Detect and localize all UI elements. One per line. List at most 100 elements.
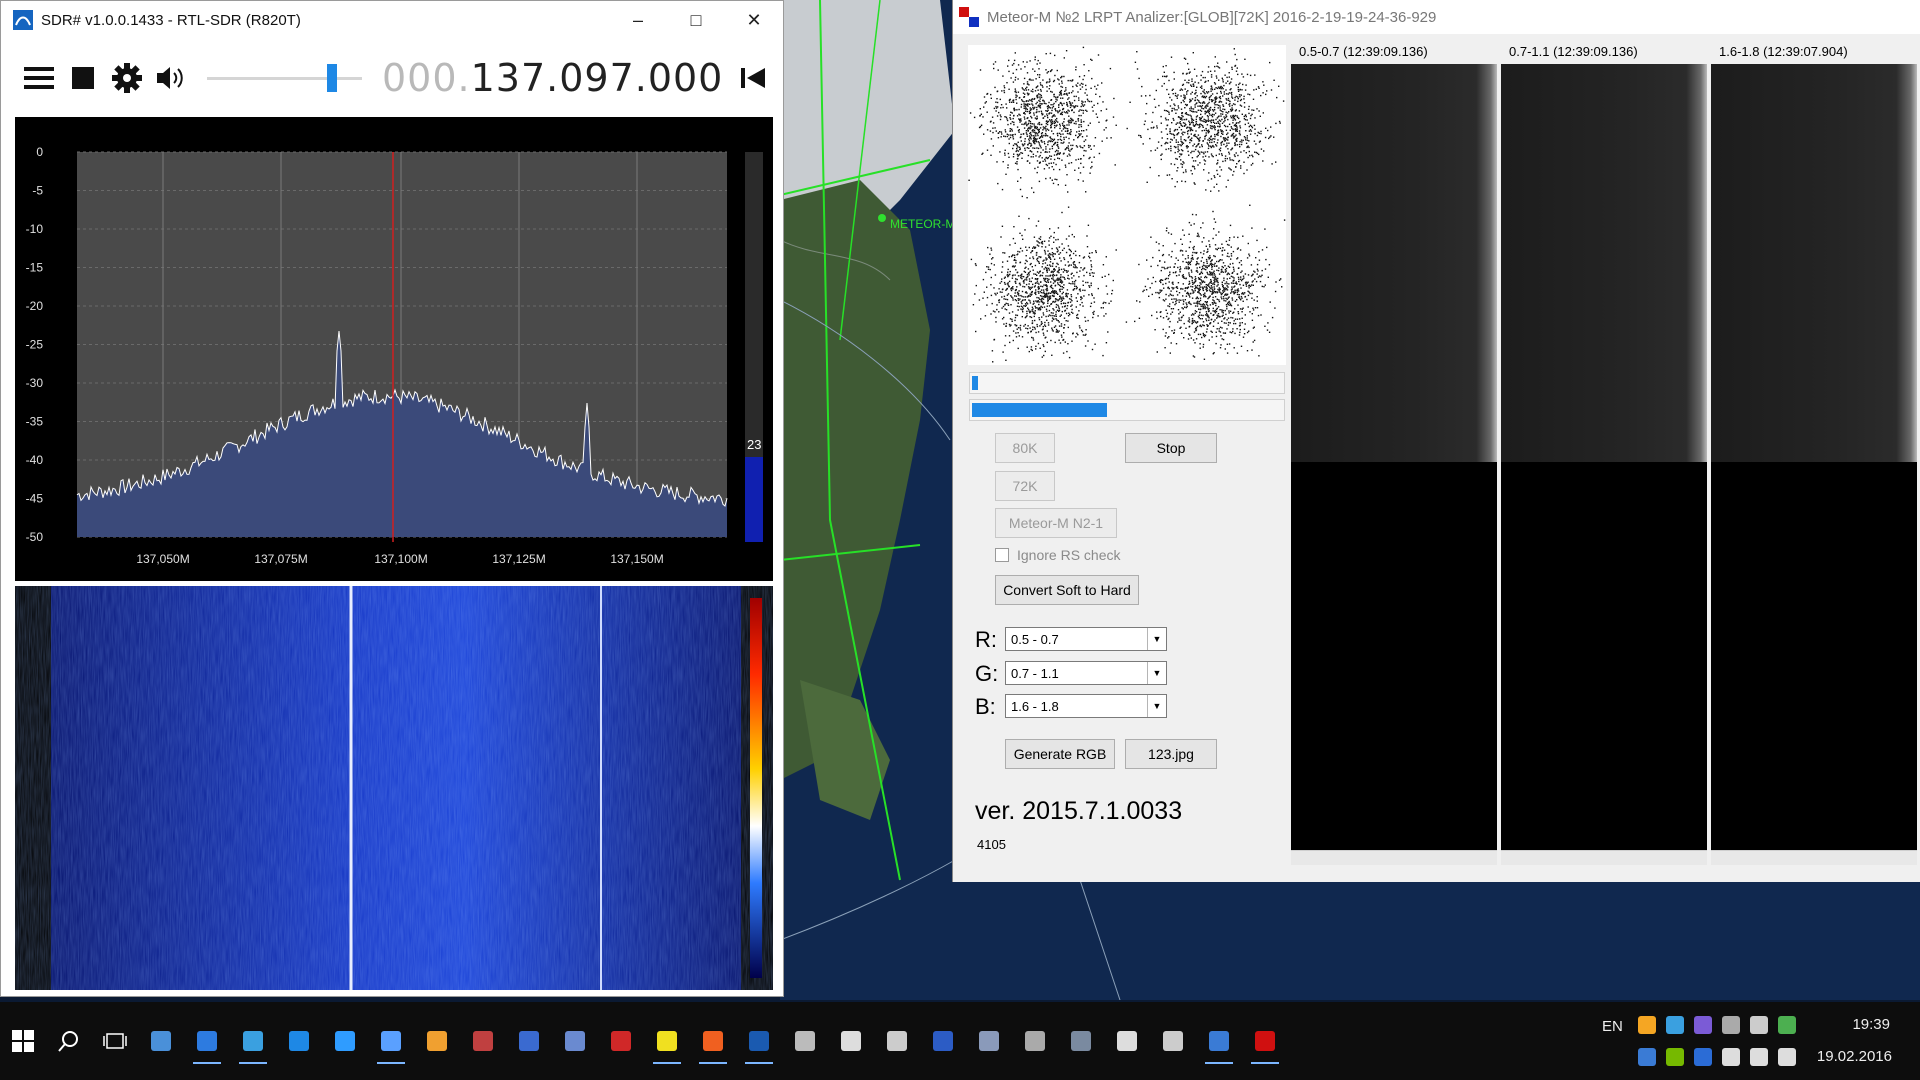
b-channel-select[interactable]: 1.6 - 1.8 ▼	[1005, 694, 1167, 718]
close-button[interactable]: ✕	[725, 1, 783, 39]
running-indicator	[1205, 1062, 1233, 1064]
ignore-rs-checkbox[interactable]: Ignore RS check	[995, 547, 1121, 563]
network-icon[interactable]	[552, 1002, 598, 1080]
search-icon[interactable]	[46, 1002, 92, 1080]
output-file-button[interactable]: 123.jpg	[1125, 739, 1217, 769]
speaker-icon[interactable]	[149, 56, 193, 100]
terminal-icon[interactable]	[782, 1002, 828, 1080]
channel-2-scrollbar[interactable]	[1501, 850, 1707, 865]
search-app-icon[interactable]	[368, 1002, 414, 1080]
ball-icon-glyph	[657, 1031, 677, 1051]
notes-icon[interactable]	[966, 1002, 1012, 1080]
globe-tray-icon[interactable]	[1638, 1048, 1656, 1066]
pen-icon[interactable]	[1150, 1002, 1196, 1080]
usb-tray-icon[interactable]	[1722, 1016, 1740, 1034]
warning-tray-icon[interactable]	[1638, 1016, 1656, 1034]
spectrum-x-tick: 137,050M	[136, 552, 189, 566]
chevron-down-icon[interactable]: ▼	[1147, 662, 1166, 684]
g-channel-select[interactable]: 0.7 - 1.1 ▼	[1005, 661, 1167, 685]
taskbar: EN 19:39 19.02.2016	[0, 1002, 1920, 1080]
stop-button[interactable]: Stop	[1125, 433, 1217, 463]
waterfall-color-scale	[750, 598, 762, 978]
skip-back-icon[interactable]	[731, 56, 775, 100]
ball-icon[interactable]	[644, 1002, 690, 1080]
channel-2-label: 0.7-1.1 (12:39:09.136)	[1509, 44, 1638, 59]
film-icon[interactable]	[1058, 1002, 1104, 1080]
meteor-app-icon[interactable]	[1242, 1002, 1288, 1080]
taskbar-clock[interactable]: 19:39	[1852, 1016, 1890, 1033]
running-indicator	[239, 1062, 267, 1064]
star-icon[interactable]	[690, 1002, 736, 1080]
satellite-tray-icon[interactable]	[1750, 1016, 1768, 1034]
chevron-down-icon[interactable]: ▼	[1147, 695, 1166, 717]
network-icon-glyph	[565, 1031, 585, 1051]
photoshop-icon[interactable]	[920, 1002, 966, 1080]
gear-icon[interactable]	[105, 56, 149, 100]
rate-72k-button[interactable]: 72K	[995, 471, 1055, 501]
robot-icon[interactable]	[1196, 1002, 1242, 1080]
volume-slider[interactable]	[207, 56, 362, 100]
chart-icon[interactable]	[460, 1002, 506, 1080]
rate-80k-button[interactable]: 80K	[995, 433, 1055, 463]
battery-tray-icon[interactable]	[1722, 1048, 1740, 1066]
channel-3-scrollbar[interactable]	[1711, 850, 1917, 865]
spectrum-panel[interactable]: 0 -5 -10 -15 -20 -25 -30 -35 -40 -45 -50 137,050M 1…	[15, 117, 773, 581]
search-app-icon-glyph	[381, 1031, 401, 1051]
feather-icon[interactable]	[1012, 1002, 1058, 1080]
meteor-window: Meteor-M №2 LRPT Analizer:[GLOB][72K] 20…	[952, 0, 1920, 882]
pdf-icon[interactable]	[598, 1002, 644, 1080]
r-channel-select[interactable]: 0.5 - 0.7 ▼	[1005, 627, 1167, 651]
terminal-icon-glyph	[795, 1031, 815, 1051]
film-icon-glyph	[1071, 1031, 1091, 1051]
chevron-down-icon[interactable]: ▼	[1147, 628, 1166, 650]
meteor-titlebar[interactable]: Meteor-M №2 LRPT Analizer:[GLOB][72K] 20…	[953, 0, 1920, 34]
viber-tray-icon[interactable]	[1694, 1016, 1712, 1034]
pen-icon-glyph	[1163, 1031, 1183, 1051]
network-status-icon[interactable]	[1750, 1048, 1768, 1066]
language-indicator[interactable]: EN	[1602, 1018, 1623, 1035]
store-icon-glyph	[197, 1031, 217, 1051]
packet-counter: 4105	[977, 837, 1006, 852]
r-channel-label: R:	[975, 627, 997, 652]
convert-soft-to-hard-button[interactable]: Convert Soft to Hard	[995, 575, 1139, 605]
waterfall-panel[interactable]	[15, 586, 773, 990]
volume-tray-icon[interactable]	[1778, 1048, 1796, 1066]
ship-icon-glyph	[151, 1031, 171, 1051]
frequency-display[interactable]: 000.137.097.000	[382, 56, 723, 100]
screen-icon[interactable]	[736, 1002, 782, 1080]
windows-start-icon[interactable]	[0, 1002, 46, 1080]
ignore-rs-checkbox-box[interactable]	[995, 548, 1009, 562]
g-channel-value: 0.7 - 1.1	[1011, 665, 1059, 681]
orb-icon[interactable]	[414, 1002, 460, 1080]
barcode-icon[interactable]	[828, 1002, 874, 1080]
version-text: ver. 2015.7.1.0033	[975, 797, 1183, 825]
generate-rgb-button[interactable]: Generate RGB	[1005, 739, 1115, 769]
edge-icon[interactable]	[322, 1002, 368, 1080]
maximize-button[interactable]: □	[667, 1, 725, 39]
security-tray-icon[interactable]	[1778, 1016, 1796, 1034]
sphere-icon[interactable]	[506, 1002, 552, 1080]
appstore-icon[interactable]	[276, 1002, 322, 1080]
spectrum-y-tick: -10	[26, 222, 44, 236]
nvidia-tray-icon[interactable]	[1666, 1048, 1684, 1066]
task-view-icon[interactable]	[92, 1002, 138, 1080]
spectrum-y-tick: 0	[36, 145, 43, 159]
meteor-m-n2-1-button[interactable]: Meteor-M N2-1	[995, 508, 1117, 538]
taskbar-date[interactable]: 19.02.2016	[1817, 1048, 1892, 1065]
globe-icon-glyph	[243, 1031, 263, 1051]
channel-1-scrollbar[interactable]	[1291, 850, 1497, 865]
menu-icon[interactable]	[17, 56, 61, 100]
globe-icon[interactable]	[230, 1002, 276, 1080]
network-tray-icon[interactable]	[1666, 1016, 1684, 1034]
sound-icon[interactable]	[1104, 1002, 1150, 1080]
volume-slider-thumb[interactable]	[327, 64, 337, 92]
bluetooth-tray-icon[interactable]	[1694, 1048, 1712, 1066]
minimize-button[interactable]: –	[609, 1, 667, 39]
store-icon[interactable]	[184, 1002, 230, 1080]
sdr-titlebar[interactable]: SDR# v1.0.0.1433 - RTL-SDR (R820T) – □ ✕	[1, 1, 783, 39]
edge-icon-glyph	[335, 1031, 355, 1051]
media-icon[interactable]	[874, 1002, 920, 1080]
ship-icon[interactable]	[138, 1002, 184, 1080]
stop-icon[interactable]	[61, 56, 105, 100]
screen-icon-glyph	[749, 1031, 769, 1051]
